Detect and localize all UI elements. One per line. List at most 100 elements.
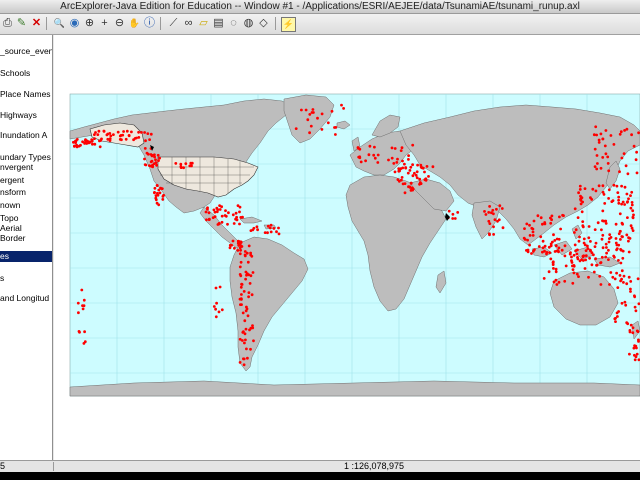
runup-point [153, 153, 156, 157]
runup-point [593, 228, 597, 232]
runup-point [626, 216, 629, 220]
runup-point [522, 236, 526, 240]
zoom-in-button[interactable]: 🔍 [52, 16, 67, 31]
select-icon: ▱ [199, 17, 208, 29]
title-bar[interactable]: ArcExplorer-Java Edition for Education -… [0, 0, 640, 14]
runup-point [220, 205, 224, 209]
zoom-layer-button[interactable]: ⊕ [82, 16, 97, 31]
runup-point [239, 285, 243, 289]
edit-button[interactable]: ✎ [14, 16, 29, 31]
runup-point [212, 305, 216, 308]
runup-point [239, 240, 243, 244]
runup-point [77, 330, 81, 333]
runup-point [294, 127, 298, 130]
runup-point [550, 214, 554, 218]
query-button[interactable]: ▤ [211, 16, 226, 31]
runup-point [594, 125, 598, 129]
runup-point [570, 259, 573, 263]
runup-point [102, 129, 106, 133]
runup-point [623, 300, 627, 304]
runup-point [248, 282, 252, 285]
runup-point [601, 233, 605, 237]
runup-point [320, 112, 324, 116]
runup-point [531, 234, 535, 237]
runup-point [627, 239, 630, 243]
runup-point [616, 286, 620, 289]
find-button[interactable]: ∞ [181, 16, 196, 31]
runup-point [137, 136, 141, 139]
runup-point [239, 260, 243, 264]
runup-point [447, 209, 451, 213]
layer-item[interactable]: Highways [0, 110, 37, 121]
runup-point [407, 158, 410, 161]
runup-point [124, 137, 128, 141]
runup-point [415, 176, 419, 180]
runup-point [633, 295, 637, 299]
runup-point [88, 140, 92, 144]
runup-point [622, 152, 626, 155]
layer-item[interactable]: nown [0, 200, 20, 211]
runup-point [423, 178, 427, 182]
runup-point [157, 188, 161, 192]
runup-point [243, 254, 247, 258]
delete-button[interactable]: ✕ [29, 16, 44, 31]
layer-item[interactable]: nsform [0, 187, 26, 198]
layer-item[interactable]: ergent [0, 175, 24, 186]
layer-item[interactable]: Schools [0, 68, 30, 79]
runup-point [83, 340, 87, 344]
select-button[interactable]: ▱ [196, 16, 211, 31]
runup-point [631, 209, 635, 213]
zoom-out-button[interactable]: ⊖ [112, 16, 127, 31]
runup-point [492, 233, 495, 236]
layer-item[interactable]: nvergent [0, 162, 33, 173]
identify-button[interactable]: ⓘ [142, 16, 157, 31]
layer-item[interactable]: es [0, 251, 52, 262]
pan-button[interactable]: ✋ [127, 16, 142, 31]
clear-button[interactable]: ◇ [256, 16, 271, 31]
runup-point [633, 305, 637, 309]
runup-point [396, 178, 400, 182]
runup-point [501, 226, 505, 230]
world-map[interactable] [54, 35, 640, 460]
runup-point [96, 133, 100, 136]
layer-item[interactable]: s [0, 273, 4, 284]
printer-icon: ⎙ [3, 17, 12, 29]
runup-point [615, 271, 618, 275]
runup-point [636, 277, 640, 281]
layer-item[interactable]: and Longitud [0, 293, 49, 304]
runup-point [593, 165, 597, 169]
hotlink-button[interactable]: ⚡ [281, 17, 296, 32]
map-view[interactable] [54, 35, 640, 460]
runup-point [589, 196, 592, 200]
measure-button[interactable]: ⟋ [166, 16, 181, 31]
runup-point [84, 138, 87, 142]
runup-point [607, 169, 611, 173]
runup-point [277, 232, 281, 236]
layer-item[interactable]: Place Names [0, 89, 51, 100]
ruler-icon: ⟋ [169, 17, 178, 29]
zoom-in-tool-button[interactable]: + [97, 16, 112, 31]
runup-point [93, 142, 97, 146]
runup-point [576, 256, 579, 259]
runup-point [396, 157, 399, 161]
runup-point [573, 231, 576, 234]
select-shape-button[interactable]: ◌ [226, 16, 241, 31]
runup-point [541, 222, 544, 226]
runup-point [612, 254, 616, 258]
runup-point [244, 327, 248, 331]
layer-item[interactable]: _source_even [0, 46, 52, 57]
runup-point [634, 344, 638, 348]
runup-point [390, 146, 394, 150]
pan-extent-button[interactable]: ◉ [67, 16, 82, 31]
layer-item[interactable]: Inundation A [0, 130, 47, 141]
zoom-icon: ⊕ [84, 17, 95, 29]
runup-point [154, 158, 157, 162]
runup-point [109, 134, 113, 138]
runup-point [244, 338, 247, 342]
print-button[interactable]: ⎙ [0, 16, 15, 31]
runup-point [590, 263, 594, 267]
runup-point [611, 275, 615, 279]
layer-item[interactable]: Border [0, 233, 26, 244]
buffer-button[interactable]: ◍ [241, 16, 256, 31]
runup-point [604, 255, 608, 259]
